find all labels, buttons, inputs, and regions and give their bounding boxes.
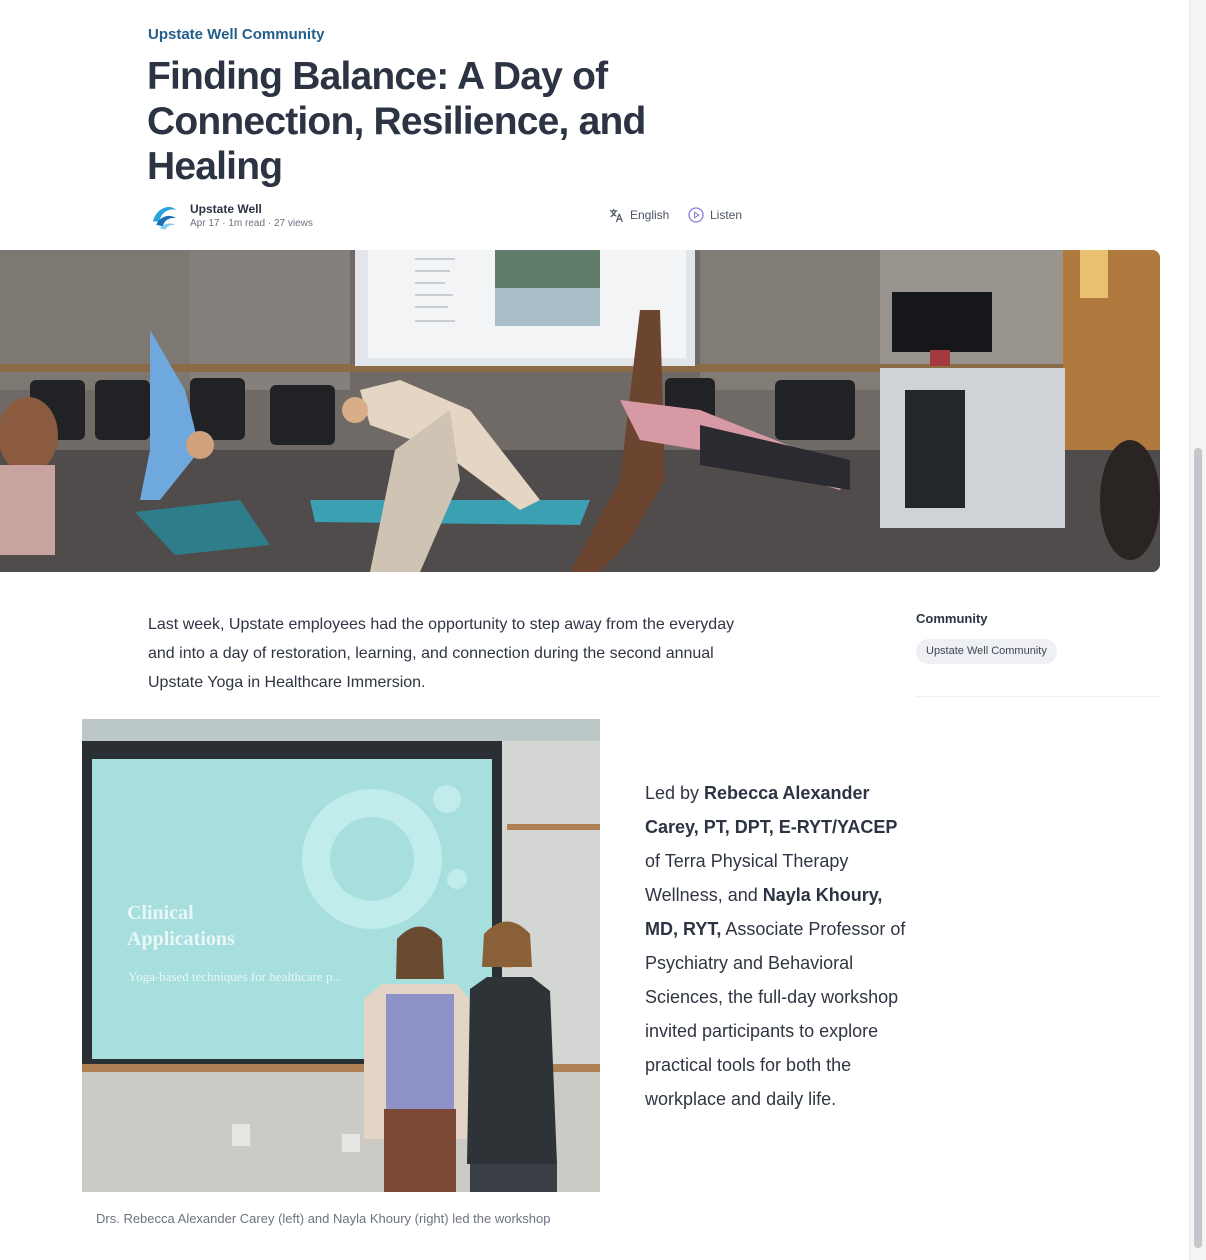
byline: Upstate Well Apr 17 · 1m read · 27 views (148, 198, 313, 234)
play-circle-icon (688, 207, 704, 223)
article-title: Finding Balance: A Day of Connection, Re… (147, 55, 646, 188)
slide-title-line: Clinical (127, 902, 194, 924)
scrollbar-track[interactable] (1189, 0, 1206, 1260)
listen-button[interactable]: Listen (688, 205, 742, 225)
sidebar-community-heading: Community (916, 611, 988, 626)
meta-separator: · (267, 217, 272, 229)
upstate-well-logo[interactable] (148, 200, 181, 233)
body-text-1: Led by (645, 783, 705, 803)
listen-label: Listen (710, 208, 743, 222)
read-time: 1m read (228, 217, 266, 229)
author-name[interactable]: Upstate Well (190, 202, 313, 217)
language-button[interactable]: English (609, 205, 669, 225)
slide-subtitle: Yoga-based techniques for healthcare p..… (128, 969, 342, 984)
hero-image (0, 250, 1160, 572)
presenters-photo: Clinical Applications Yoga-based techniq… (82, 719, 600, 1192)
community-tag[interactable]: Upstate Well Community (916, 639, 1057, 664)
article-meta: Apr 17 · 1m read · 27 views (190, 217, 313, 231)
language-label: English (630, 208, 670, 222)
scrollbar-thumb[interactable] (1194, 448, 1202, 1248)
body-text-3: Associate Professor of Psychiatry and Be… (645, 919, 906, 1109)
community-link[interactable]: Upstate Well Community (148, 26, 324, 43)
translate-icon (609, 208, 623, 222)
presenters-photo-image: Clinical Applications Yoga-based techniq… (82, 719, 600, 1192)
intro-paragraph: Last week, Upstate employees had the opp… (148, 616, 735, 691)
publish-date: Apr 17 (190, 217, 220, 229)
article-page: Upstate Well Community Finding Balance: … (0, 0, 1206, 1260)
meta-separator: · (222, 217, 226, 229)
sidebar-divider (916, 696, 1160, 697)
view-count: 27 views (273, 217, 313, 229)
slide-title-line: Applications (127, 928, 235, 950)
hero-photo (0, 250, 1160, 572)
photo-caption: Drs. Rebecca Alexander Carey (left) and … (96, 1211, 551, 1226)
body-paragraph: Led by Rebecca Alexander Carey, PT, DPT,… (645, 776, 913, 1116)
byline-text: Upstate Well Apr 17 · 1m read · 27 views (190, 202, 313, 231)
